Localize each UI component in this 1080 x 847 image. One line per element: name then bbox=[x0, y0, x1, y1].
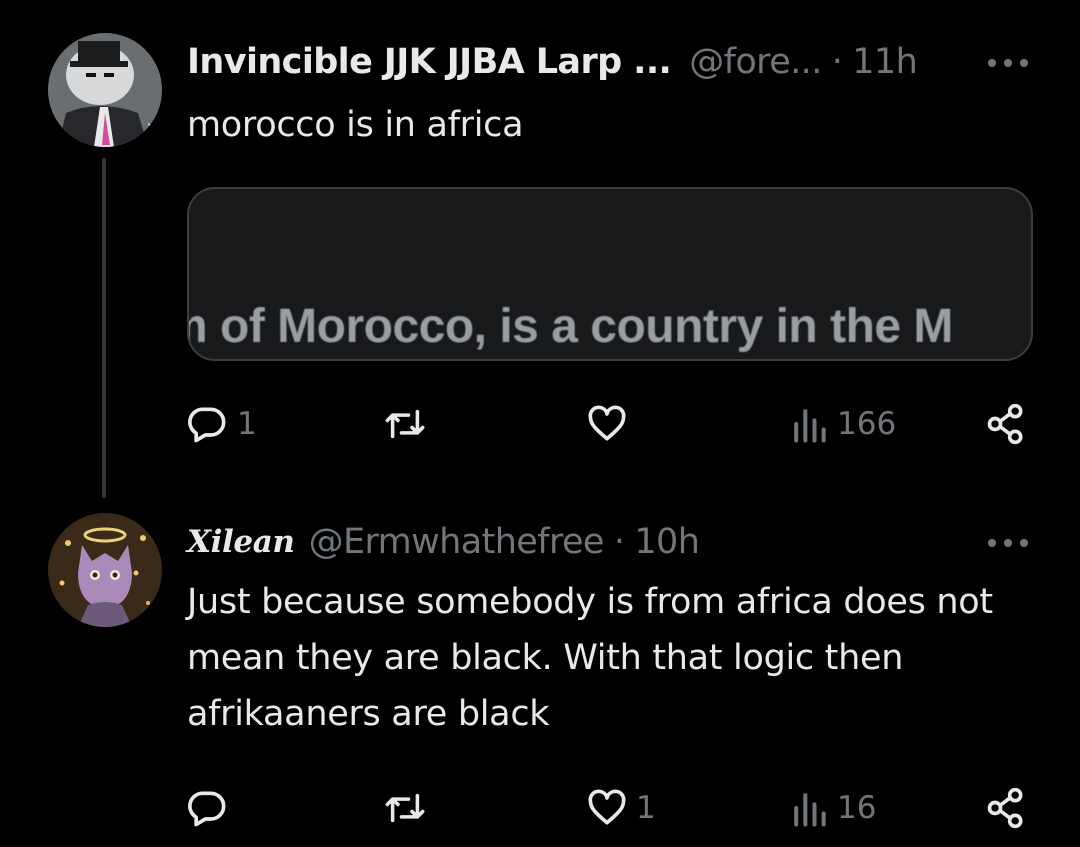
share-icon bbox=[987, 403, 1023, 445]
views-button[interactable]: 166 bbox=[787, 394, 896, 454]
display-name[interactable]: Xilean bbox=[187, 524, 295, 560]
repost-icon bbox=[385, 409, 425, 439]
reply-button[interactable]: 1 bbox=[187, 394, 257, 454]
like-button[interactable]: 1 bbox=[584, 778, 656, 838]
heart-icon bbox=[588, 789, 626, 825]
post[interactable]: Invincible JJK JJBA Larp ... @fore... · … bbox=[0, 0, 1080, 500]
share-button[interactable] bbox=[984, 778, 1028, 838]
reply-count: 1 bbox=[237, 406, 257, 442]
display-name[interactable]: Invincible JJK JJBA Larp ... bbox=[187, 42, 672, 82]
like-button[interactable] bbox=[584, 394, 636, 454]
avatar[interactable] bbox=[48, 33, 162, 147]
repost-button[interactable] bbox=[382, 778, 434, 838]
more-horizontal-icon[interactable] bbox=[988, 56, 1028, 70]
views-button[interactable]: 16 bbox=[787, 778, 876, 838]
reply-bubble-icon bbox=[188, 791, 226, 827]
handle[interactable]: @Ermwhathefree bbox=[309, 522, 605, 562]
action-bar: 1 166 bbox=[187, 394, 1037, 454]
separator-dot: · bbox=[831, 42, 843, 82]
timestamp[interactable]: 11h bbox=[852, 42, 918, 82]
more-horizontal-icon[interactable] bbox=[988, 536, 1028, 550]
like-count: 1 bbox=[636, 790, 656, 826]
share-button[interactable] bbox=[984, 394, 1028, 454]
post-text: morocco is in africa bbox=[187, 105, 524, 145]
separator-dot: · bbox=[613, 522, 625, 562]
post[interactable]: Xilean @Ermwhathefree · 10h Just because… bbox=[0, 500, 1080, 847]
share-icon bbox=[987, 787, 1023, 829]
media-card[interactable]: m of Morocco, is a country in the M bbox=[187, 187, 1033, 361]
avatar[interactable] bbox=[48, 513, 162, 627]
reply-button[interactable] bbox=[187, 778, 237, 838]
post-text: Just because somebody is from africa doe… bbox=[187, 582, 993, 734]
repost-icon bbox=[385, 793, 425, 823]
media-image-text: m of Morocco, is a country in the M bbox=[187, 300, 953, 353]
timestamp[interactable]: 10h bbox=[634, 522, 700, 562]
views-count: 16 bbox=[837, 790, 877, 826]
views-bar-chart-icon bbox=[794, 409, 826, 443]
handle[interactable]: @fore... bbox=[689, 42, 822, 82]
post-header: Invincible JJK JJBA Larp ... @fore... · … bbox=[187, 32, 918, 92]
views-bar-chart-icon bbox=[794, 793, 826, 827]
reply-bubble-icon bbox=[188, 407, 226, 443]
repost-button[interactable] bbox=[382, 394, 434, 454]
post-header: Xilean @Ermwhathefree · 10h bbox=[187, 512, 700, 572]
thread-line bbox=[102, 158, 106, 498]
views-count: 166 bbox=[837, 406, 897, 442]
action-bar: 1 16 bbox=[187, 778, 1037, 838]
heart-icon bbox=[588, 405, 626, 441]
